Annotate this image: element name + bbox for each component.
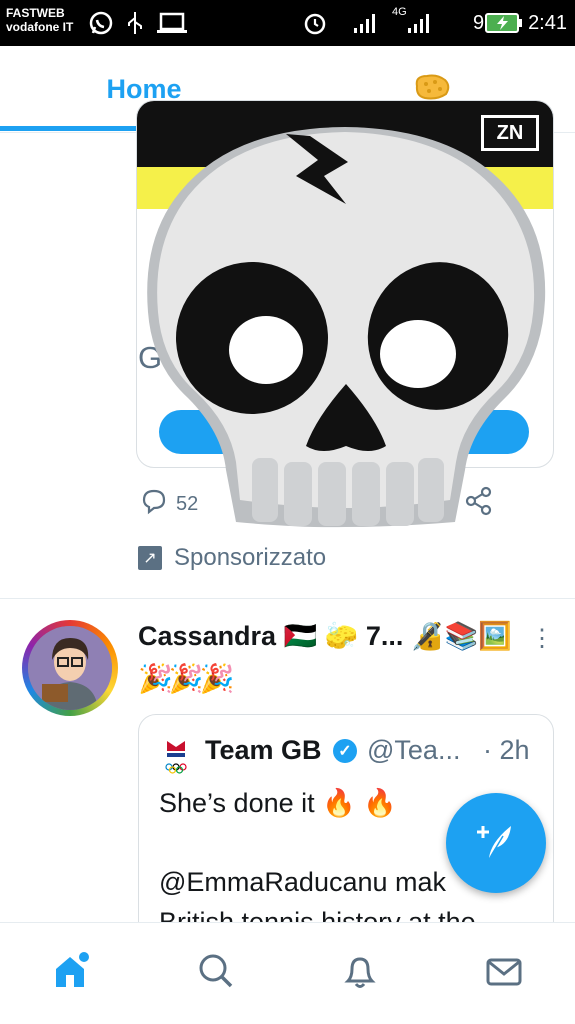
notifications-icon xyxy=(340,951,380,996)
alarm-icon xyxy=(300,10,330,36)
usb-icon xyxy=(124,10,146,36)
promoted-icon: ↗ xyxy=(138,546,162,570)
quoted-handle: @Tea... xyxy=(367,735,461,765)
search-icon xyxy=(196,951,236,996)
retweet-icon xyxy=(250,487,280,521)
status-bar: FASTWEB vodafone IT 4G 97% 2:41 xyxy=(0,0,575,46)
ad-partial-text: G Sport xyxy=(138,340,245,375)
nav-home[interactable] xyxy=(0,923,143,1024)
reply-button[interactable]: 52 xyxy=(140,486,198,522)
verified-icon: ✓ xyxy=(333,739,357,763)
messages-icon xyxy=(484,951,524,996)
laptop-icon xyxy=(154,10,190,36)
compose-tweet-button[interactable] xyxy=(446,793,546,893)
quoted-text-mention[interactable]: @EmmaRaducanu mak xyxy=(159,867,446,898)
ad-banner-stripe xyxy=(137,167,553,209)
carrier-text: FASTWEB vodafone IT xyxy=(6,6,74,34)
signal-4g-icon: 4G xyxy=(392,6,434,36)
bottom-nav xyxy=(0,922,575,1024)
battery-charging-icon xyxy=(484,10,524,36)
avatar[interactable] xyxy=(22,620,118,716)
share-button[interactable] xyxy=(464,486,494,522)
nav-notifications[interactable] xyxy=(288,923,431,1024)
quoted-author: Team GB xyxy=(205,735,322,765)
sponsored-row[interactable]: ↗ Sponsorizzato xyxy=(138,540,326,576)
quoted-text-line: She’s done it 🔥 🔥 xyxy=(159,788,397,818)
ad-logo: ZN xyxy=(481,115,539,151)
team-gb-logo xyxy=(163,737,189,777)
signal-icon xyxy=(350,10,380,36)
more-options-icon[interactable]: ⋮ xyxy=(530,624,554,653)
like-count: 7 xyxy=(396,492,408,515)
tweet-text: 🎉🎉🎉 xyxy=(138,663,235,694)
reply-count: 52 xyxy=(176,492,199,515)
like-button[interactable]: 7 xyxy=(360,486,407,522)
clock: 2:41 xyxy=(528,12,567,34)
heart-icon xyxy=(360,487,388,521)
retweet-button[interactable] xyxy=(250,486,280,522)
ad-cta-button[interactable] xyxy=(159,410,529,454)
nav-messages[interactable] xyxy=(432,923,575,1024)
share-icon xyxy=(464,486,494,522)
whatsapp-icon xyxy=(86,10,116,36)
tweet-divider xyxy=(0,598,575,599)
compose-feather-icon xyxy=(473,818,519,869)
tweet-author[interactable]: Cassandra 🇵🇸 🧽 7... 🔏📚🖼️ xyxy=(138,620,512,652)
ad-banner: ZN xyxy=(137,101,553,167)
quoted-time: · 2h xyxy=(483,735,530,765)
nav-search[interactable] xyxy=(144,923,287,1024)
avatar-image xyxy=(28,626,112,710)
reply-icon xyxy=(140,487,168,521)
home-icon xyxy=(50,949,94,998)
sponsored-label: Sponsorizzato xyxy=(174,544,327,571)
